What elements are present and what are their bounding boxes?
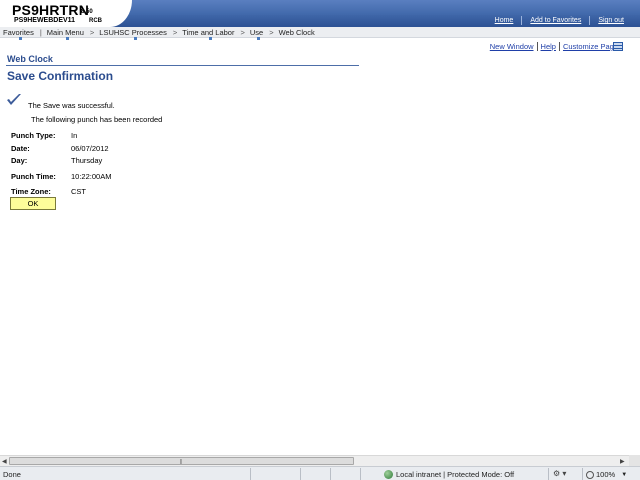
status-divider <box>330 468 331 480</box>
page-grid-icon[interactable] <box>613 42 623 51</box>
page-links: New Window Help Customize Page <box>487 42 622 51</box>
menu-indicator-icon <box>133 36 137 40</box>
globe-icon <box>384 470 393 479</box>
header-links: Home Add to Favorites Sign out <box>487 16 632 25</box>
scroll-right-icon[interactable]: ▶ <box>620 458 625 465</box>
status-text: Done <box>3 470 21 479</box>
sign-out-link[interactable]: Sign out <box>590 17 632 24</box>
title-divider <box>6 65 359 66</box>
status-divider <box>548 468 549 480</box>
date-label: Date: <box>11 144 30 153</box>
menu-indicator-icon <box>257 36 261 40</box>
horizontal-scrollbar[interactable]: ◀ ||| ▶ <box>0 455 640 466</box>
add-to-favorites-link[interactable]: Add to Favorites <box>522 17 589 24</box>
breadcrumb: Favorites | Main Menu > LSUHSC Processes… <box>0 27 640 40</box>
status-divider <box>582 468 583 480</box>
breadcrumb-separator: > <box>172 27 178 37</box>
protected-mode-icon[interactable]: ⚙ ▾ <box>553 469 566 478</box>
zoom-icon <box>586 470 594 479</box>
scrollbar-thumb[interactable]: ||| <box>9 457 354 465</box>
server-name: PS9HEWEBDEV11 <box>14 17 76 24</box>
security-zone[interactable]: Local intranet | Protected Mode: Off <box>384 470 514 479</box>
zoom-level: 100% <box>596 470 616 479</box>
portal-header: PS9HRTRN 8.50 PS9HEWEBDEV11 RCB Home Add… <box>0 0 640 27</box>
database-name: PS9HRTRN <box>12 2 90 18</box>
breadcrumb-use[interactable]: Use <box>247 28 267 40</box>
breadcrumb-separator: > <box>89 27 95 37</box>
breadcrumb-time-and-labor[interactable]: Time and Labor <box>179 28 238 40</box>
breadcrumb-web-clock[interactable]: Web Clock <box>276 28 319 37</box>
time-zone-value: CST <box>71 187 86 196</box>
status-divider <box>250 468 251 480</box>
breadcrumb-favorites[interactable]: Favorites <box>0 28 38 40</box>
scroll-left-icon[interactable]: ◀ <box>2 458 7 465</box>
time-zone-label: Time Zone: <box>11 187 51 196</box>
customize-page-link[interactable]: Customize Page <box>560 42 621 51</box>
scrollbar-corner <box>629 455 640 466</box>
chevron-down-icon: ▼ <box>621 471 628 478</box>
breadcrumb-separator: > <box>240 27 245 37</box>
home-link[interactable]: Home <box>487 17 522 24</box>
date-value: 06/07/2012 <box>71 144 109 153</box>
punch-type-label: Punch Type: <box>11 131 56 140</box>
user-id: RCB <box>89 18 102 24</box>
component-title: Web Clock <box>7 54 53 64</box>
status-divider <box>300 468 301 480</box>
menu-indicator-icon <box>18 36 22 40</box>
breadcrumb-main-menu[interactable]: Main Menu <box>44 28 88 40</box>
checkmark-icon <box>7 94 21 105</box>
status-bar: Done Local intranet | Protected Mode: Of… <box>0 466 640 480</box>
grip-icon: ||| <box>180 459 182 465</box>
page-title: Save Confirmation <box>7 69 114 83</box>
status-divider <box>360 468 361 480</box>
help-link[interactable]: Help <box>538 42 559 51</box>
browser-page: PS9HRTRN 8.50 PS9HEWEBDEV11 RCB Home Add… <box>0 0 640 480</box>
save-success-message: The Save was successful. <box>28 101 115 110</box>
zone-text: Local intranet | Protected Mode: Off <box>396 470 515 479</box>
punch-recorded-message: The following punch has been recorded <box>31 115 163 124</box>
ok-button[interactable]: OK <box>10 197 56 210</box>
punch-type-value: In <box>71 131 78 140</box>
menu-indicator-icon <box>208 36 212 40</box>
breadcrumb-lsuhsc-processes[interactable]: LSUHSC Processes <box>96 28 171 40</box>
breadcrumb-separator: > <box>269 27 274 37</box>
punch-time-label: Punch Time: <box>11 172 56 181</box>
new-window-link[interactable]: New Window <box>487 42 537 51</box>
punch-time-value: 10:22:00AM <box>71 172 112 181</box>
database-version: 8.50 <box>81 9 93 15</box>
day-value: Thursday <box>71 156 103 165</box>
menu-indicator-icon <box>65 36 69 40</box>
day-label: Day: <box>11 156 28 165</box>
zoom-control[interactable]: 100% ▼ <box>586 470 627 479</box>
